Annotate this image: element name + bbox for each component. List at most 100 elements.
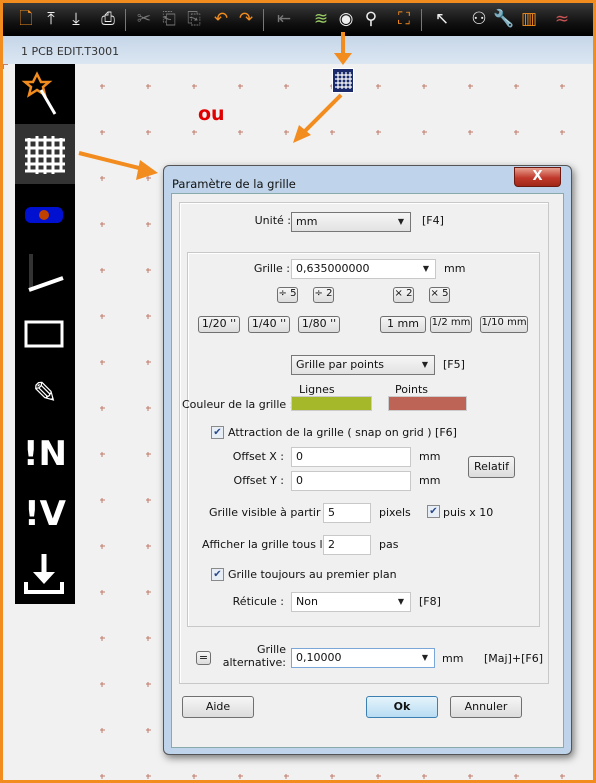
pencil-icon[interactable]: ✎ [15, 364, 75, 424]
unit-shortcut: [F4] [422, 214, 444, 227]
multiply-2-button[interactable]: × 2 [393, 287, 414, 303]
cancel-button[interactable]: Annuler [450, 696, 522, 718]
rectangle-icon[interactable] [15, 304, 75, 364]
grid-point [146, 544, 151, 549]
preset-tenth-mm[interactable]: 1/10 mm [480, 316, 528, 333]
grid-point [238, 774, 243, 779]
reticle-label: Réticule : [232, 595, 284, 608]
grid-point [192, 774, 197, 779]
grid-point [146, 636, 151, 641]
grid-point [100, 544, 105, 549]
grid-input[interactable]: 0,635000000 [291, 259, 436, 279]
grid-point [330, 774, 335, 779]
grid-type-shortcut: [F5] [443, 358, 465, 371]
alt-grid-shortcut: [Maj]+[F6] [484, 652, 543, 665]
grid-point [146, 728, 151, 733]
arrow-diagonal [301, 93, 343, 135]
equal-button[interactable]: = [196, 651, 211, 665]
grid-point [100, 268, 105, 273]
preset-1-40-inch[interactable]: 1/40 '' [248, 316, 290, 333]
show-every-label: Afficher la grille tous les [202, 538, 335, 551]
grid-point [422, 774, 427, 779]
unit-select[interactable]: mm [291, 212, 411, 232]
offset-y-unit: mm [419, 474, 441, 487]
grid-color-label: Couleur de la grille : [182, 398, 294, 411]
sidebar-item-net[interactable]: !N [15, 424, 75, 484]
points-label: Points [395, 383, 429, 396]
grid-point [146, 452, 151, 457]
offset-y-label: Offset Y : [233, 474, 284, 487]
grid-point [146, 222, 151, 227]
grid-point [376, 774, 381, 779]
show-every-input[interactable]: 2 [323, 535, 371, 555]
grid-point [100, 406, 105, 411]
multiply-5-button[interactable]: × 5 [429, 287, 450, 303]
grid-point [146, 682, 151, 687]
grid-point [284, 774, 289, 779]
offset-x-label: Offset X : [232, 450, 284, 463]
grid-settings-dialog: Paramètre de la grille X Unité : mm [F4]… [163, 165, 572, 755]
snap-label: Attraction de la grille ( snap on grid )… [228, 426, 457, 439]
grid-point [146, 774, 151, 779]
times10-label: puis x 10 [443, 506, 494, 519]
grid-point [468, 774, 473, 779]
alt-grid-input[interactable]: 0,10000 [291, 648, 435, 668]
grid-point [100, 774, 105, 779]
dialog-title: Paramètre de la grille [172, 177, 296, 191]
grid-point [146, 406, 151, 411]
alt-grid-label-1: Grille [257, 643, 286, 656]
offset-y-input[interactable]: 0 [291, 471, 411, 491]
track-icon[interactable] [15, 244, 75, 304]
snap-checkbox[interactable]: ✔ [211, 426, 224, 439]
foreground-checkbox[interactable]: ✔ [211, 568, 224, 581]
help-button[interactable]: Aide [182, 696, 254, 718]
grid-point [100, 314, 105, 319]
unit-label: Unité : [254, 214, 291, 227]
divide-5-button[interactable]: ÷ 5 [277, 287, 298, 303]
relative-button[interactable]: Relatif [468, 456, 515, 478]
offset-x-input[interactable]: 0 [291, 447, 411, 467]
grid-point [100, 498, 105, 503]
points-color-swatch[interactable] [388, 396, 467, 411]
divide-2-button[interactable]: ÷ 2 [313, 287, 334, 303]
preset-half-mm[interactable]: 1/2 mm [430, 316, 472, 333]
grid-point [146, 498, 151, 503]
show-every-unit: pas [379, 538, 399, 551]
grid-point [100, 452, 105, 457]
grid-point [146, 314, 151, 319]
sidebar-item-value[interactable]: !V [15, 484, 75, 544]
preset-1-20-inch[interactable]: 1/20 '' [198, 316, 240, 333]
times10-checkbox[interactable]: ✔ [427, 505, 440, 518]
grid-point [560, 774, 565, 779]
arrow-right [78, 151, 144, 171]
grid-point [514, 774, 519, 779]
lines-color-swatch[interactable] [291, 396, 372, 411]
grid-point [146, 268, 151, 273]
download-icon[interactable] [15, 544, 75, 604]
reticle-select[interactable]: Non [291, 592, 411, 612]
reticle-shortcut: [F8] [419, 595, 441, 608]
preset-1-mm[interactable]: 1 mm [380, 316, 426, 333]
offset-x-unit: mm [419, 450, 441, 463]
grid-point [100, 636, 105, 641]
lines-label: Lignes [299, 383, 335, 396]
alt-grid-unit: mm [442, 652, 464, 665]
grid-point [100, 590, 105, 595]
grid-point [146, 360, 151, 365]
close-button[interactable]: X [514, 167, 561, 187]
grid-point [100, 682, 105, 687]
preset-1-80-inch[interactable]: 1/80 '' [298, 316, 340, 333]
visible-from-input[interactable]: 5 [323, 503, 371, 523]
grid-label: Grille : [253, 262, 290, 275]
pcb-editor-window: 🗋 ⤒ ⤓ ⎙ ✂ ⎗ ⎘ ↶ ↷ ⇤ ≋ ◉ ⚲ ⛶ ↖ ⚇ 🔧 ▥ ≈ 1 … [3, 3, 593, 780]
grid-unit: mm [444, 262, 466, 275]
alt-grid-label-2: alternative: [222, 656, 286, 669]
grid-point [146, 590, 151, 595]
grid-point [100, 222, 105, 227]
grid-point [100, 360, 105, 365]
visible-from-label: Grille visible à partir de [209, 506, 338, 519]
grid-type-select[interactable]: Grille par points [291, 355, 435, 375]
ok-button[interactable]: Ok [366, 696, 438, 718]
visible-from-unit: pixels [379, 506, 411, 519]
dialog-body: Unité : mm [F4] Grille : 0,635000000 mm … [171, 193, 564, 748]
